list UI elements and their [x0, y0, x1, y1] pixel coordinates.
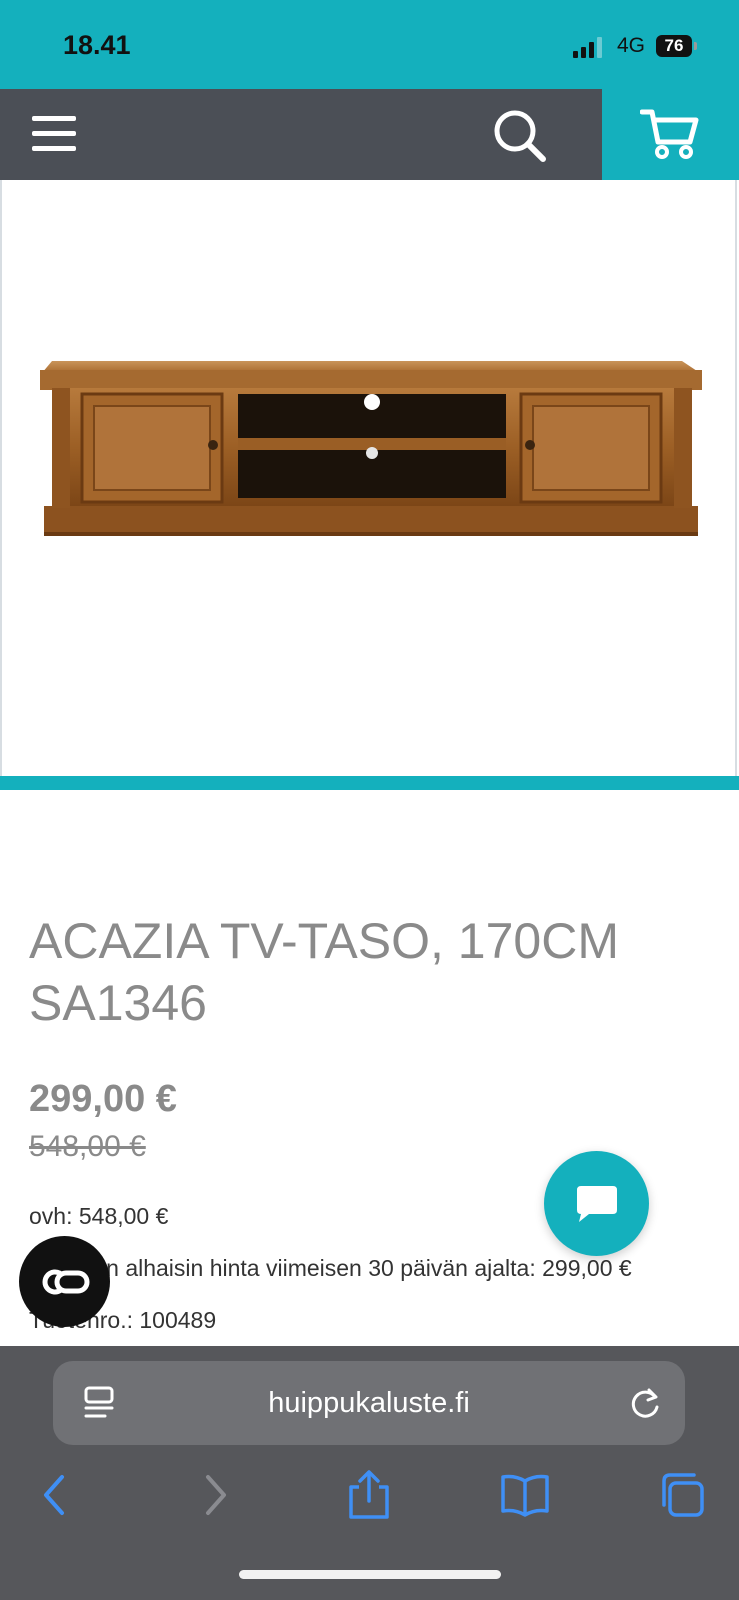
bookmarks-icon[interactable]	[499, 1469, 551, 1521]
product-image-frame[interactable]	[0, 180, 737, 776]
co-badge-button[interactable]	[19, 1236, 110, 1327]
menu-icon	[32, 116, 76, 151]
reload-icon[interactable]	[627, 1385, 663, 1421]
forward-icon[interactable]	[188, 1469, 240, 1521]
cart-icon	[640, 109, 699, 159]
current-price: 299,00 €	[29, 1078, 177, 1120]
site-header	[0, 89, 739, 180]
network-type: 4G	[617, 34, 646, 57]
home-indicator	[239, 1570, 501, 1579]
browser-bar: huippukaluste.fi	[0, 1346, 739, 1600]
old-price: 548,00 €	[29, 1130, 146, 1163]
back-icon[interactable]	[30, 1469, 82, 1521]
product-image	[40, 361, 702, 536]
rrp-text: ovh: 548,00 €	[29, 1203, 169, 1229]
cart-button[interactable]	[602, 89, 739, 180]
chat-icon	[577, 1186, 617, 1222]
chat-button[interactable]	[544, 1151, 649, 1256]
search-button[interactable]	[492, 108, 548, 164]
battery-cap	[694, 42, 697, 50]
co-badge-icon	[42, 1269, 90, 1295]
battery-level: 76	[656, 35, 692, 57]
share-icon[interactable]	[343, 1469, 395, 1521]
address-bar[interactable]: huippukaluste.fi	[53, 1361, 685, 1445]
image-divider	[0, 776, 739, 790]
product-title: ACAZIA TV-TASO, 170CM SA1346	[29, 913, 619, 1031]
menu-button[interactable]	[30, 112, 78, 156]
status-time: 18.41	[63, 30, 131, 60]
tabs-icon[interactable]	[656, 1469, 708, 1521]
status-bar: 18.41 4G 76	[0, 0, 739, 89]
signal-icon	[573, 37, 602, 58]
url-text: huippukaluste.fi	[268, 1387, 470, 1419]
battery-icon: 76	[656, 35, 698, 57]
search-icon	[494, 110, 546, 162]
lowest-price-text: Tuotteen alhaisin hinta viimeisen 30 päi…	[29, 1255, 632, 1281]
